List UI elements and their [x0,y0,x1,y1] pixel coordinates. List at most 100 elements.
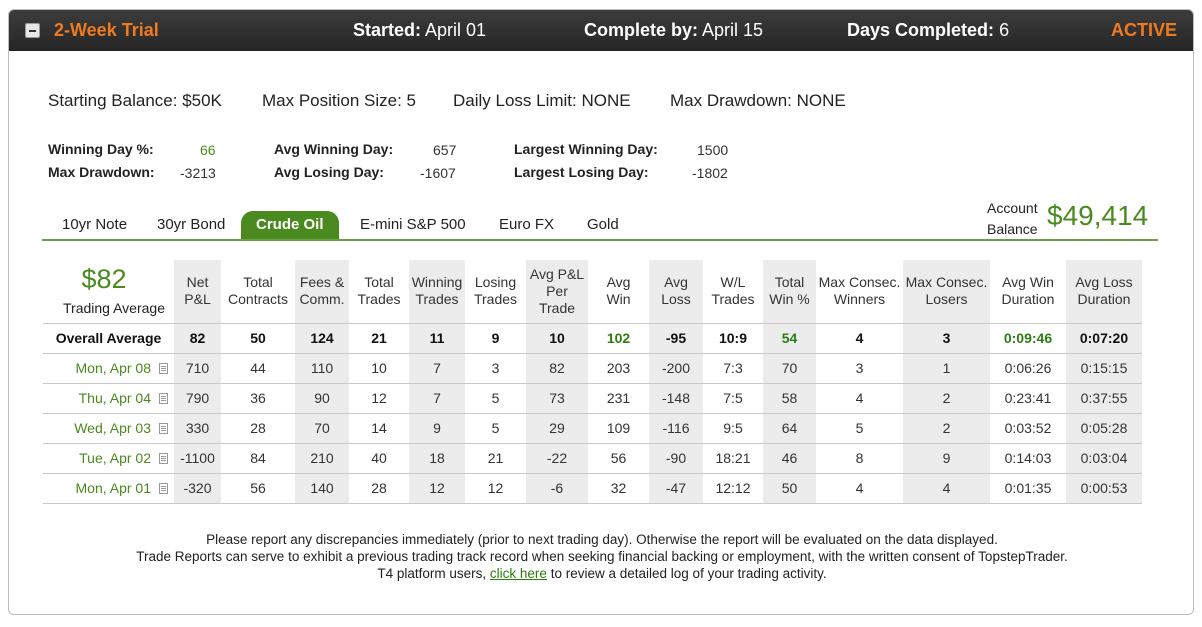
row-date-label[interactable]: Thu, Apr 04 [79,390,151,406]
table-cell: 231 [588,383,649,414]
max-drawdown-value: -3213 [180,165,216,181]
table-cell: 330 [174,413,221,444]
table-cell: 82 [174,322,221,354]
table-cell: 0:03:04 [1066,443,1142,474]
table-cell: 1 [903,353,990,384]
table-cell: 18 [409,443,465,474]
disclaimer-line-1: Please report any discrepancies immediat… [206,532,998,547]
table-cell: 0:15:15 [1066,353,1142,384]
avg-winning-day-label: Avg Winning Day: [274,141,394,157]
table-cell: 9 [903,443,990,474]
row-date[interactable]: Mon, Apr 01 [43,473,174,504]
row-date-label[interactable]: Mon, Apr 01 [76,480,152,496]
disclaimer-line-3: T4 platform users, click here to review … [9,565,1193,582]
table-cell: 0:09:46 [990,322,1066,354]
table-cell: 50 [221,322,295,354]
winning-day-pct-label: Winning Day %: [48,141,154,157]
table-row[interactable]: Thu, Apr 04 790 36 90 12 7 5 73 231 -148 7:5 58 4 2 0:… [43,383,1142,414]
col-header-avg-win-duration: Avg Win Duration [1001,274,1055,308]
row-date[interactable]: Wed, Apr 03 [43,413,174,444]
document-icon[interactable] [159,423,168,434]
tab-emini-sp500[interactable]: E-mini S&P 500 [360,211,466,239]
table-cell: -22 [526,443,588,474]
table-cell: 203 [588,353,649,384]
complete-by-label: Complete by: [584,20,699,40]
tab-euro-fx[interactable]: Euro FX [499,211,554,239]
col-header-total-trades: Total Trades [357,274,401,308]
table-cell: 18:21 [703,443,763,474]
table-cell: 50 [763,473,816,504]
col-header-wl-trades: W/L Trades [711,274,755,308]
table-cell: 28 [221,413,295,444]
trial-name: 2-Week Trial [54,20,159,40]
table-cell: 3 [816,353,903,384]
started-label: Started: [353,20,422,40]
trial-header-bar: 2-Week Trial Started: April 01 Complete … [9,10,1193,51]
table-cell: 7 [409,353,465,384]
tab-30yr-bond[interactable]: 30yr Bond [157,211,225,239]
col-header-avg-win: Avg Win [606,274,631,308]
days-completed-value: 6 [999,20,1010,40]
trade-log-link[interactable]: click here [490,566,547,581]
largest-winning-day-label: Largest Winning Day: [514,141,658,157]
table-cell: -200 [649,353,703,384]
table-cell: 9 [465,322,526,354]
table-cell: 0:07:20 [1066,322,1142,354]
table-row[interactable]: Tue, Apr 02 -1100 84 210 40 18 21 -22 56 -90 18:21… [43,443,1142,474]
table-cell: 4 [816,322,903,354]
table-cell: 140 [295,473,349,504]
table-cell: 82 [526,353,588,384]
table-row[interactable]: Mon, Apr 08 710 44 110 10 7 3 82 203 -200 7:3 70 3 1 0… [43,353,1142,384]
max-drawdown-label: Max Drawdown: [48,164,155,180]
table-header-row: Net P&L Total Contracts Fees & Comm. Total T… [43,260,1142,323]
table-row[interactable]: Wed, Apr 03 330 28 70 14 9 5 29 109 -116 9:5 64 5 2 0:… [43,413,1142,444]
document-icon[interactable] [159,393,168,404]
table-cell: 2 [903,383,990,414]
max-drawdown-rule: Max Drawdown: NONE [670,91,846,110]
document-icon[interactable] [159,483,168,494]
tab-gold[interactable]: Gold [587,211,619,239]
table-cell: -95 [649,322,703,354]
table-cell: 2 [903,413,990,444]
status-badge: ACTIVE [1110,20,1177,40]
tab-10yr-note[interactable]: 10yr Note [62,211,127,239]
table-cell: 3 [465,353,526,384]
tab-crude-oil[interactable]: Crude Oil [241,211,339,239]
avg-losing-day-value: -1607 [420,165,456,181]
row-date-label[interactable]: Wed, Apr 03 [74,420,151,436]
table-cell: -90 [649,443,703,474]
table-cell: 12 [409,473,465,504]
table-cell: 0:00:53 [1066,473,1142,504]
col-header-max-consec-losers: Max Consec. Losers [903,260,990,323]
row-date[interactable]: Tue, Apr 02 [43,443,174,474]
table-cell: 29 [526,413,588,444]
table-cell: 21 [465,443,526,474]
max-position-size: Max Position Size: 5 [262,91,417,110]
disclaimer-suffix: to review a detailed log of your trading… [550,566,827,581]
table-cell: 7:3 [703,353,763,384]
table-cell: 110 [295,353,349,384]
document-icon[interactable] [159,363,168,374]
table-cell: 790 [174,383,221,414]
collapse-icon[interactable] [25,23,40,38]
started-value: April 01 [425,20,487,40]
table-cell: 9:5 [703,413,763,444]
col-header-max-consec-winners: Max Consec. Winners [818,274,901,308]
document-icon[interactable] [159,453,168,464]
row-date-label[interactable]: Tue, Apr 02 [79,450,151,466]
started-stat: Started: April 01 [353,20,486,41]
row-date-label[interactable]: Mon, Apr 08 [76,360,152,376]
table-cell: 0:14:03 [990,443,1066,474]
table-cell: 14 [349,413,409,444]
col-header-net-pl: Net P&L [174,260,221,323]
table-cell: -148 [649,383,703,414]
row-date[interactable]: Thu, Apr 04 [43,383,174,414]
table-cell: 56 [221,473,295,504]
table-cell: 32 [588,473,649,504]
row-date[interactable]: Mon, Apr 08 [43,353,174,384]
avg-losing-day-label: Avg Losing Day: [274,164,384,180]
table-cell: 210 [295,443,349,474]
table-row[interactable]: Mon, Apr 01 -320 56 140 28 12 12 -6 32 -47 12:12 50… [43,473,1142,504]
col-header-avg-loss: Avg Loss [649,260,703,323]
daily-loss-limit: Daily Loss Limit: NONE [453,91,631,110]
